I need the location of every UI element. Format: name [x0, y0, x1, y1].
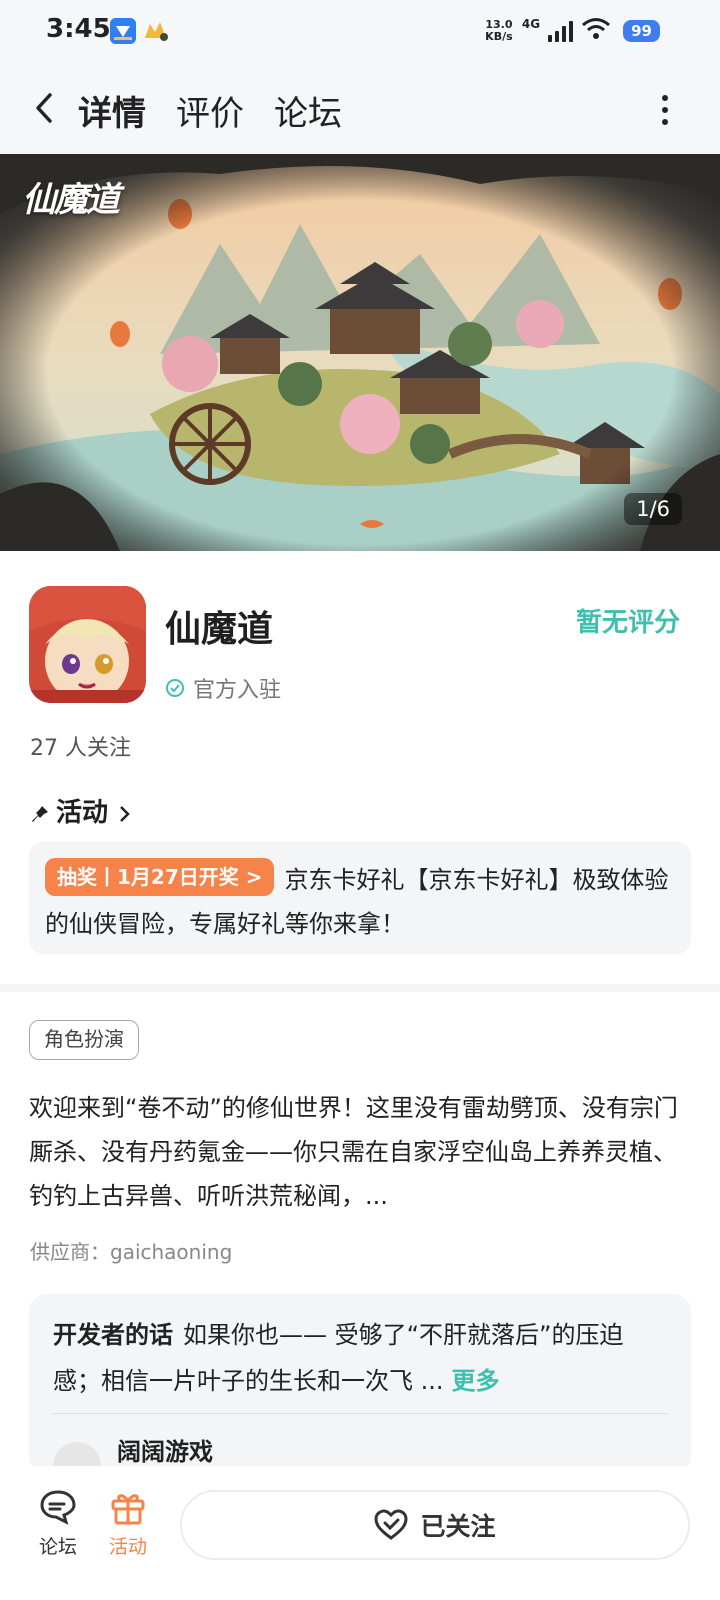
- genre-tag[interactable]: 角色扮演: [29, 1020, 139, 1060]
- banner-page-counter: 1/6: [624, 493, 682, 525]
- gift-icon: [108, 1488, 148, 1526]
- more-options-icon[interactable]: [660, 92, 670, 128]
- bottom-nav-forum[interactable]: 论坛: [28, 1488, 88, 1559]
- banner-carousel[interactable]: 仙魔道 1/6: [0, 154, 720, 551]
- bottom-action-bar: 论坛 活动 已关注: [0, 1466, 720, 1600]
- rating-status[interactable]: 暂无评分: [576, 602, 680, 639]
- tab-bar: 详情 评价 论坛: [78, 80, 342, 141]
- top-nav: 详情 评价 论坛: [0, 62, 720, 154]
- game-description[interactable]: 欢迎来到“卷不动”的修仙世界！这里没有雷劫劈顶、没有宗门厮杀、没有丹药氪金——你…: [29, 1086, 691, 1218]
- developer-label: 开发者的话: [53, 1321, 173, 1349]
- developer-card: 开发者的话 如果你也—— 受够了“不肝就落后”的压迫感；相信一片叶子的生长和一次飞…: [29, 1294, 691, 1474]
- follow-count: 27 人关注: [30, 736, 131, 761]
- lottery-badge[interactable]: 抽奖丨1月27日开奖 >: [45, 858, 275, 896]
- activity-section-header[interactable]: 活动: [30, 792, 132, 829]
- bottom-nav-activity[interactable]: 活动: [98, 1488, 158, 1559]
- activity-section-title: 活动: [56, 798, 109, 828]
- official-badge: 官方入驻: [165, 672, 281, 704]
- notification-game-icon: [142, 18, 168, 44]
- followed-button[interactable]: 已关注: [180, 1490, 690, 1560]
- supplier-info: 供应商：gaichaoning: [30, 1240, 233, 1264]
- verified-check-icon: [165, 678, 185, 698]
- net-speed: 13.0 KB/s: [485, 18, 513, 43]
- chevron-right-icon: [118, 801, 132, 822]
- signal-icon: [548, 20, 574, 42]
- wifi-icon: [581, 17, 611, 45]
- notification-app-icon: [110, 18, 136, 44]
- back-arrow-icon[interactable]: [30, 92, 60, 124]
- official-label: 官方入驻: [193, 678, 282, 703]
- status-time: 3:45: [46, 14, 111, 44]
- battery-indicator: 99: [623, 20, 660, 42]
- more-link[interactable]: 更多: [452, 1367, 500, 1395]
- status-bar: 3:45 13.0 KB/s 4G 99: [0, 0, 720, 62]
- tab-reviews[interactable]: 评价: [176, 80, 244, 141]
- app-icon: [29, 586, 146, 703]
- activity-label: 活动: [108, 1536, 147, 1558]
- section-divider: [0, 984, 720, 992]
- developer-name[interactable]: 阔阔游戏: [117, 1432, 213, 1467]
- status-indicators: 13.0 KB/s 4G 99: [484, 14, 660, 48]
- pin-icon: [30, 801, 50, 822]
- developer-divider: [51, 1413, 669, 1414]
- heart-check-icon: [374, 1509, 408, 1541]
- forum-chat-icon: [38, 1488, 78, 1526]
- activity-card[interactable]: 抽奖丨1月27日开奖 > 京东卡好礼【京东卡好礼】极致体验的仙侠冒险，专属好礼等你…: [29, 842, 691, 954]
- app-name: 仙魔道: [165, 609, 274, 650]
- tab-details[interactable]: 详情: [78, 80, 146, 141]
- forum-label: 论坛: [38, 1536, 77, 1558]
- followed-label: 已关注: [420, 1512, 496, 1541]
- tab-forum[interactable]: 论坛: [274, 80, 342, 141]
- network-type: 4G: [521, 17, 541, 31]
- game-logo: 仙魔道: [22, 180, 120, 220]
